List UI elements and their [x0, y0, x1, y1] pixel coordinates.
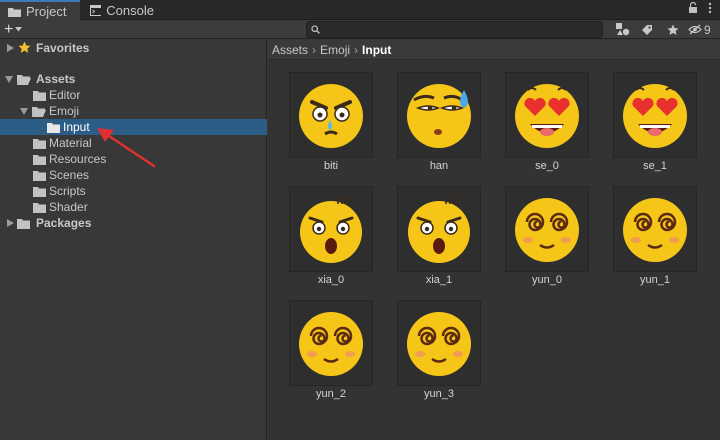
dizzy-emoji-icon — [623, 198, 687, 262]
tag-icon — [642, 24, 652, 35]
asset-grid-panel: Assets › Emoji › Input biti han se_0 se_… — [268, 40, 720, 440]
tree-item-input-label: Input — [63, 120, 90, 134]
tree-item-material-label: Material — [49, 136, 92, 150]
asset-tile[interactable]: biti — [289, 72, 373, 178]
search-by-label-button[interactable] — [636, 21, 658, 38]
scared-emoji-icon — [408, 194, 470, 263]
asset-name: yun_1 — [640, 274, 670, 286]
expanded-arrow-icon[interactable] — [4, 74, 14, 84]
folder-tree: Favorites Assets Editor Emoji Input Mate… — [0, 40, 267, 440]
folder-icon — [33, 91, 46, 101]
folder-icon — [33, 187, 46, 197]
window-controls — [688, 2, 712, 14]
plus-icon: + — [4, 20, 14, 38]
tree-item-packages-label: Packages — [36, 216, 92, 230]
tree-item-emoji-label: Emoji — [49, 104, 80, 118]
cold-sweat-emoji-icon — [407, 84, 471, 148]
tab-project[interactable]: Project — [0, 0, 80, 20]
annotation-arrow — [97, 128, 156, 168]
dizzy-emoji-icon — [407, 312, 471, 376]
folder-open-icon — [17, 75, 31, 85]
tree-item-favorites[interactable]: Favorites — [0, 40, 267, 56]
chevron-down-icon — [15, 27, 23, 32]
tab-console-label: Console — [106, 2, 154, 18]
asset-name: xia_1 — [425, 274, 453, 286]
asset-tile[interactable]: se_1 — [613, 72, 697, 178]
folder-icon — [33, 171, 46, 181]
folder-icon — [33, 139, 46, 149]
asset-tile[interactable]: yun_0 — [505, 186, 589, 292]
breadcrumb-item-assets[interactable]: Assets — [272, 43, 308, 57]
tree-item-packages[interactable]: Packages — [0, 215, 267, 231]
console-icon — [90, 4, 102, 16]
angry-sweat-emoji-icon — [299, 84, 363, 148]
tree-item-editor-label: Editor — [49, 88, 81, 102]
folder-icon — [33, 155, 46, 165]
asset-tile[interactable]: xia_0 — [289, 186, 373, 292]
dizzy-emoji-icon — [299, 312, 363, 376]
eye-slash-icon — [688, 24, 702, 35]
tab-console[interactable]: Console — [82, 0, 162, 20]
asset-tile[interactable]: yun_2 — [289, 300, 373, 406]
asset-name: yun_0 — [532, 274, 562, 286]
tree-item-scripts-label: Scripts — [49, 184, 86, 198]
dizzy-emoji-icon — [515, 198, 579, 262]
star-icon — [667, 24, 679, 35]
collapsed-arrow-icon[interactable] — [5, 218, 15, 228]
asset-tile[interactable]: yun_1 — [613, 186, 697, 292]
asset-name: biti — [323, 160, 339, 172]
more-options-icon[interactable] — [708, 2, 712, 14]
asset-tile[interactable]: han — [397, 72, 481, 178]
asset-name: yun_2 — [316, 388, 346, 400]
chevron-right-icon: › — [312, 42, 317, 57]
breadcrumb-item-emoji[interactable]: Emoji — [320, 43, 350, 57]
tree-item-editor[interactable]: Editor — [0, 87, 267, 103]
hidden-packages-count: 9 — [704, 22, 711, 37]
heart-eyes-emoji-icon — [623, 84, 687, 148]
asset-tile[interactable]: se_0 — [505, 72, 589, 178]
collapsed-arrow-icon[interactable] — [5, 43, 15, 53]
breadcrumb-item-input[interactable]: Input — [362, 43, 391, 57]
search-by-type-button[interactable] — [612, 21, 634, 38]
heart-eyes-emoji-icon — [515, 84, 579, 148]
folder-open-icon — [32, 107, 46, 117]
asset-name: xia_0 — [317, 274, 345, 286]
shapes-icon — [616, 23, 630, 36]
scared-emoji-icon — [300, 194, 362, 263]
star-icon — [18, 41, 31, 53]
chevron-right-icon: › — [354, 42, 359, 57]
breadcrumb: Assets › Emoji › Input — [268, 40, 720, 60]
tree-item-shader[interactable]: Shader — [0, 199, 267, 215]
project-toolbar: + 9 — [0, 20, 720, 39]
search-icon — [311, 25, 320, 34]
folder-icon — [8, 7, 21, 17]
asset-name: han — [429, 160, 449, 172]
asset-name: se_0 — [535, 160, 559, 172]
tree-item-emoji[interactable]: Emoji — [0, 103, 267, 119]
folder-icon — [33, 203, 46, 213]
tree-item-shader-label: Shader — [49, 200, 88, 214]
tree-item-scripts[interactable]: Scripts — [0, 183, 267, 199]
asset-name: yun_3 — [424, 388, 454, 400]
asset-tile[interactable]: yun_3 — [397, 300, 481, 406]
folder-icon — [17, 219, 30, 229]
add-asset-button[interactable]: + — [4, 21, 34, 38]
favorites-filter-button[interactable] — [662, 21, 684, 38]
asset-tile[interactable]: xia_1 — [397, 186, 481, 292]
tree-item-scenes-label: Scenes — [49, 168, 90, 182]
search-field[interactable] — [306, 21, 603, 38]
expanded-arrow-icon[interactable] — [19, 106, 29, 116]
asset-name: se_1 — [643, 160, 667, 172]
lock-icon[interactable] — [688, 2, 698, 14]
tab-project-label: Project — [26, 3, 67, 19]
search-input[interactable] — [325, 23, 595, 36]
tree-item-assets-label: Assets — [36, 72, 76, 86]
tree-item-assets[interactable]: Assets — [0, 71, 267, 87]
folder-icon — [47, 123, 60, 133]
tree-item-favorites-label: Favorites — [36, 41, 90, 55]
hidden-packages-toggle[interactable]: 9 — [688, 21, 718, 38]
window-tab-bar: Project Console — [0, 0, 720, 20]
